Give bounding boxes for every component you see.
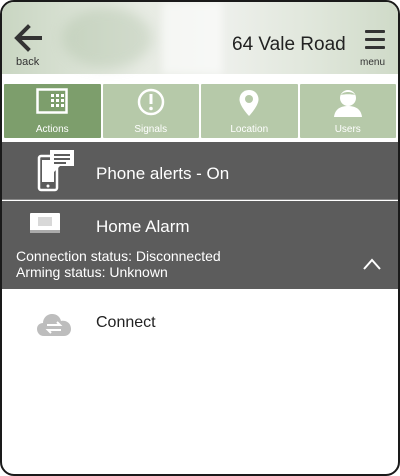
- arming-status: Arming status: Unknown: [16, 264, 168, 280]
- home-alarm-panel: Home Alarm Connection status: Disconnect…: [2, 201, 398, 289]
- header-background-highlight: [162, 2, 222, 74]
- phone-alerts-row[interactable]: Phone alerts - On: [2, 142, 398, 200]
- phone-chat-icon: [37, 150, 74, 192]
- tab-label: Actions: [35, 124, 69, 135]
- alert-circle-icon: [137, 88, 164, 116]
- user-icon: [333, 90, 362, 117]
- tab-location[interactable]: Location: [201, 84, 298, 138]
- phone-alerts-label: Phone alerts - On: [96, 164, 230, 183]
- menu-label: menu: [360, 57, 386, 68]
- chevron-up-icon[interactable]: [362, 257, 382, 271]
- connect-row[interactable]: Connect: [2, 306, 398, 346]
- app-frame: back 64 Vale Road menu Actions Signals L…: [0, 0, 400, 476]
- menu-button[interactable]: menu: [360, 28, 396, 68]
- connection-status: Connection status: Disconnected: [16, 248, 221, 264]
- tab-actions[interactable]: Actions: [4, 84, 101, 138]
- tab-label: Location: [230, 124, 269, 135]
- tab-bar: Actions Signals Location Users: [2, 84, 398, 138]
- location-pin-icon: [239, 90, 259, 116]
- alarm-title: Home Alarm: [96, 217, 190, 236]
- header-background: [62, 8, 152, 68]
- tab-users[interactable]: Users: [299, 84, 396, 138]
- cloud-sync-icon: [37, 314, 71, 336]
- tab-label: Signals: [134, 124, 168, 135]
- arrow-left-icon: [14, 24, 42, 52]
- back-label: back: [16, 56, 40, 68]
- tab-label: Users: [334, 124, 361, 135]
- tab-signals[interactable]: Signals: [102, 84, 199, 138]
- page-title: 64 Vale Road: [232, 34, 346, 55]
- header-bar: back 64 Vale Road menu: [2, 2, 398, 74]
- connect-label: Connect: [96, 314, 156, 331]
- keypad-icon: [36, 88, 68, 114]
- back-button[interactable]: back: [12, 22, 62, 70]
- alarm-panel-icon: [30, 213, 60, 233]
